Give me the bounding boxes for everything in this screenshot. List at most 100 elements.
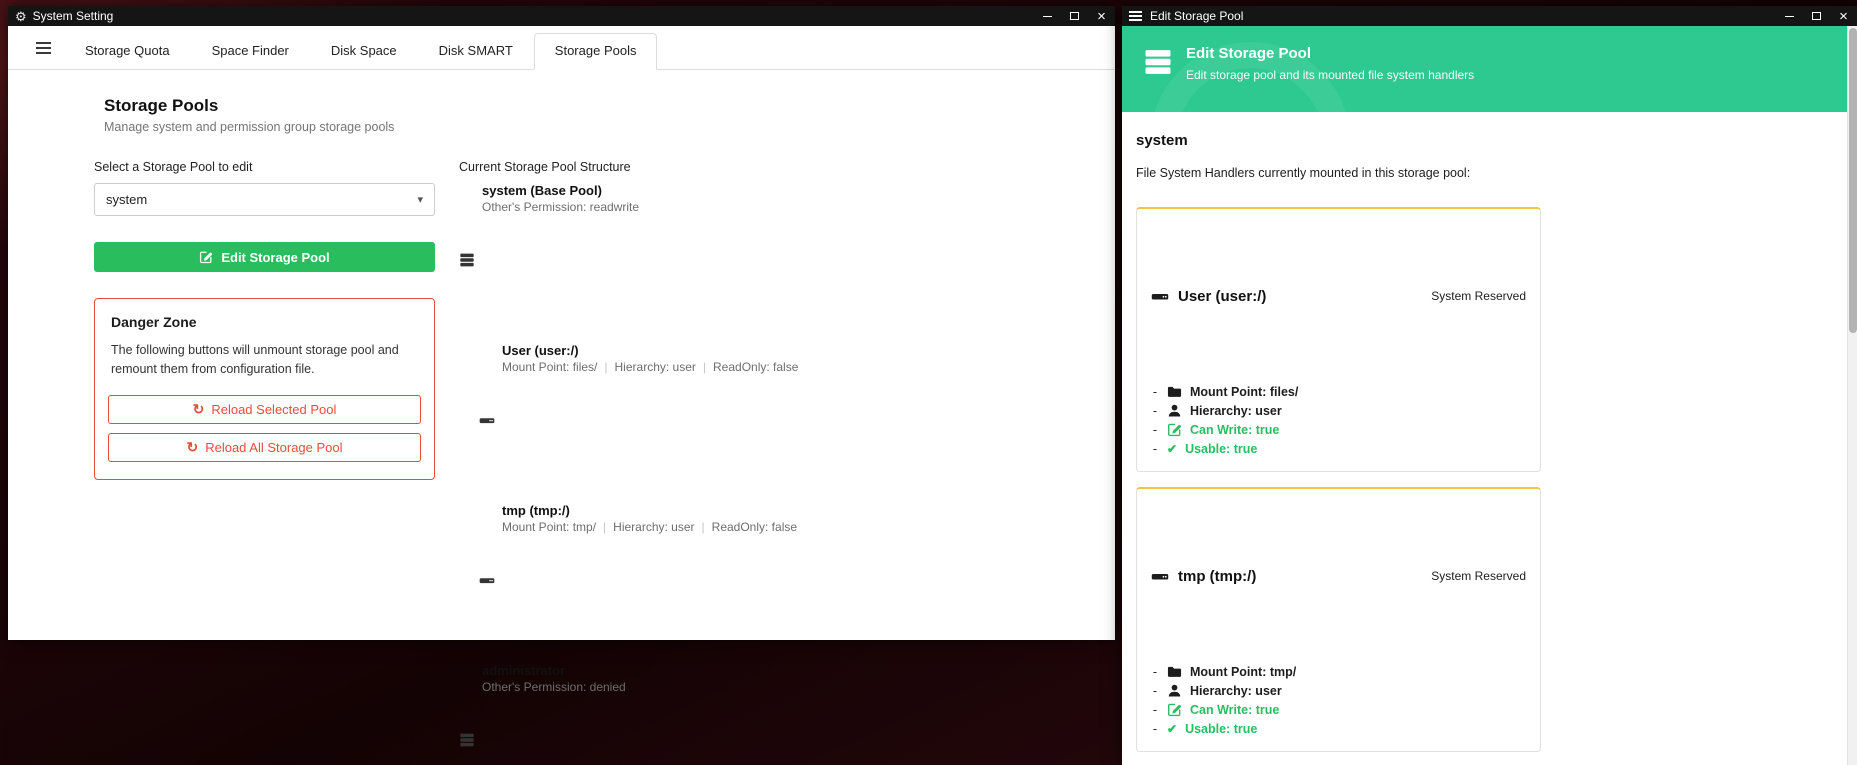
edit-icon	[1167, 422, 1182, 437]
tree-item-administrator: administrator Other's Permission: denied	[459, 663, 1075, 765]
reload-all-pool-button[interactable]: ↻ Reload All Storage Pool	[108, 433, 421, 462]
tab-disk-space[interactable]: Disk Space	[310, 33, 418, 70]
detail-readonly: ReadOnly: false	[712, 520, 797, 534]
maximize-button[interactable]	[1061, 6, 1088, 26]
edit-pool-content: system File System Handlers currently mo…	[1122, 112, 1857, 765]
dash: -	[1151, 385, 1159, 399]
tab-space-finder[interactable]: Space Finder	[191, 33, 310, 70]
hdd-icon	[1151, 221, 1169, 371]
reload-selected-pool-button[interactable]: ↻ Reload Selected Pool	[108, 395, 421, 424]
scrollbar-thumb[interactable]	[1849, 28, 1857, 333]
check-icon: ✔	[1167, 723, 1177, 735]
dash: -	[1151, 684, 1159, 698]
system-setting-titlebar[interactable]: ⚙ System Setting ×	[8, 6, 1115, 26]
row-text: Mount Point: files/	[1190, 385, 1298, 399]
minimize-button[interactable]	[1034, 6, 1061, 26]
handler-title-text: User (user:/)	[1178, 288, 1266, 305]
handler-card-user: User (user:/) System Reserved - Mount Po…	[1136, 207, 1541, 472]
user-icon	[1167, 683, 1182, 698]
tree-item-user: User (user:/) Mount Point: files/|Hierar…	[479, 343, 1075, 495]
edit-storage-pool-button[interactable]: Edit Storage Pool	[94, 242, 435, 272]
edit-pool-titlebar[interactable]: Edit Storage Pool ×	[1122, 6, 1857, 26]
system-setting-window: ⚙ System Setting × Storage Quota Space F…	[8, 6, 1115, 640]
row-text: Can Write: true	[1190, 423, 1279, 437]
handler-row-hierarchy: - Hierarchy: user	[1151, 681, 1526, 700]
pool-structure-column: Current Storage Pool Structure system (B…	[459, 158, 1075, 765]
structure-label: Current Storage Pool Structure	[459, 160, 1075, 174]
close-button[interactable]: ×	[1088, 6, 1115, 26]
chevron-down-icon: ▾	[417, 193, 423, 206]
tree-item-permission: Other's Permission: readwrite	[482, 200, 639, 214]
header-subtitle: Edit storage pool and its mounted file s…	[1186, 68, 1474, 82]
dash: -	[1151, 722, 1159, 736]
row-text: Hierarchy: user	[1190, 684, 1282, 698]
window-title: Edit Storage Pool	[1150, 9, 1243, 23]
tree-item-system: system (Base Pool) Other's Permission: r…	[459, 183, 1075, 335]
handler-row-can-write: - Can Write: true	[1151, 420, 1526, 439]
window-title: System Setting	[33, 9, 114, 23]
detail-mount-point: Mount Point: tmp/	[502, 520, 596, 534]
tree-item-title: system (Base Pool)	[482, 183, 639, 198]
handlers-description: File System Handlers currently mounted i…	[1136, 166, 1857, 180]
tree-item-title: User (user:/)	[502, 343, 798, 358]
handler-row-mount-point: - Mount Point: tmp/	[1151, 662, 1526, 681]
pool-select[interactable]: system ▾	[94, 183, 435, 216]
pool-select-value: system	[106, 192, 147, 207]
dash: -	[1151, 404, 1159, 418]
maximize-button[interactable]	[1803, 6, 1830, 26]
storage-pools-page: Storage Pools Manage system and permissi…	[8, 70, 1115, 765]
close-icon: ×	[1097, 9, 1106, 24]
danger-zone-text: The following buttons will unmount stora…	[111, 341, 418, 380]
header-title: Edit Storage Pool	[1186, 45, 1474, 62]
row-text: Usable: true	[1185, 722, 1257, 736]
pool-icon	[459, 663, 475, 765]
tab-storage-quota[interactable]: Storage Quota	[64, 33, 191, 70]
handler-title: tmp (tmp:/)	[1151, 501, 1256, 651]
handler-title-text: tmp (tmp:/)	[1178, 568, 1256, 585]
minimize-icon	[1785, 16, 1794, 17]
handler-row-usable: - ✔ Usable: true	[1151, 719, 1526, 738]
separator: |	[603, 520, 606, 534]
handler-row-can-write: - Can Write: true	[1151, 700, 1526, 719]
handler-row-mount-point: - Mount Point: files/	[1151, 382, 1526, 401]
close-button[interactable]: ×	[1830, 6, 1857, 26]
separator: |	[702, 520, 705, 534]
minimize-icon	[1043, 16, 1052, 17]
handler-title: User (user:/)	[1151, 221, 1266, 371]
tree-item-title: administrator	[482, 663, 626, 678]
system-reserved-badge: System Reserved	[1431, 289, 1526, 303]
pool-edit-column: Select a Storage Pool to edit system ▾ E…	[94, 158, 435, 765]
page-title: Storage Pools	[104, 96, 1075, 116]
menu-button[interactable]	[22, 26, 64, 69]
dash: -	[1151, 423, 1159, 437]
tree-item-tmp: tmp (tmp:/) Mount Point: tmp/ | Hierarchy:…	[479, 503, 1075, 655]
check-icon: ✔	[1167, 443, 1177, 455]
tree-item-details: Mount Point: files/|Hierarchy: user|Read…	[502, 360, 798, 374]
folder-icon	[1167, 384, 1182, 399]
pool-name: system	[1136, 132, 1857, 149]
tree-item-title: tmp (tmp:/)	[502, 503, 797, 518]
minimize-button[interactable]	[1776, 6, 1803, 26]
pool-structure-tree: system (Base Pool) Other's Permission: r…	[459, 183, 1075, 765]
detail-hierarchy: Hierarchy: user	[615, 360, 696, 374]
dash: -	[1151, 442, 1159, 456]
tab-storage-pools[interactable]: Storage Pools	[534, 33, 658, 70]
pool-icon	[1143, 47, 1173, 77]
hdd-icon	[1151, 501, 1169, 651]
reload-all-pool-label: Reload All Storage Pool	[205, 440, 342, 455]
tree-item-permission: Other's Permission: denied	[482, 680, 626, 694]
close-icon: ×	[1839, 9, 1848, 24]
hamburger-icon	[1129, 11, 1142, 21]
row-text: Can Write: true	[1190, 703, 1279, 717]
detail-hierarchy: Hierarchy: user	[613, 520, 694, 534]
user-icon	[1167, 403, 1182, 418]
dash: -	[1151, 703, 1159, 717]
tab-disk-smart[interactable]: Disk SMART	[418, 33, 534, 70]
handler-row-usable: - ✔ Usable: true	[1151, 439, 1526, 458]
folder-icon	[1167, 664, 1182, 679]
refresh-icon: ↻	[193, 402, 205, 416]
reload-selected-pool-label: Reload Selected Pool	[211, 402, 336, 417]
scrollbar-track[interactable]	[1847, 26, 1857, 765]
refresh-icon: ↻	[186, 440, 198, 454]
detail-readonly: ReadOnly: false	[713, 360, 798, 374]
